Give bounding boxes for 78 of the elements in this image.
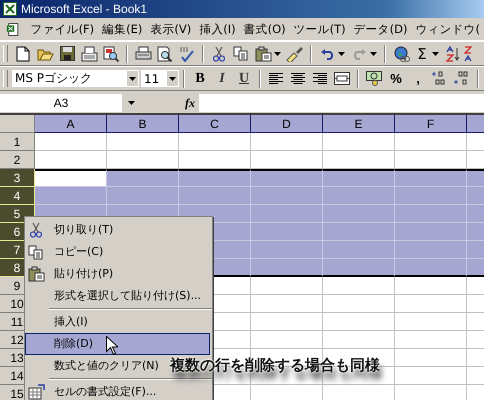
menu-item[interactable]: データ(D) [350,22,412,36]
paintbrush-icon[interactable] [286,46,304,62]
printer-mail-icon[interactable] [80,46,98,62]
currency-icon[interactable] [366,71,382,86]
insert-function-button[interactable]: fx [140,96,199,110]
sort-descending-icon[interactable] [464,46,472,62]
cell[interactable] [107,169,179,187]
dropdown-caret-icon[interactable] [129,76,136,80]
comma-button[interactable]: , [407,71,429,86]
document-search-icon[interactable] [103,46,119,62]
dropdown-caret-icon[interactable] [370,52,377,56]
cell[interactable] [179,169,251,187]
clipboard-icon[interactable] [28,266,44,282]
cell[interactable] [323,169,395,187]
dropdown-caret-icon[interactable] [432,52,439,56]
workbook-icon[interactable] [6,22,21,36]
spell-check-icon[interactable] [179,46,195,62]
folder-icon[interactable] [36,46,54,60]
context-menu-item[interactable]: 形式を選択して貼り付け(S)... [47,285,202,307]
context-menu-item[interactable]: セルの書式設定(F)... [47,381,158,400]
merge-center-icon[interactable] [334,72,350,85]
context-menu-item[interactable]: 数式と値のクリア(N) [47,355,160,377]
menu-item[interactable]: 書式(O) [240,22,290,36]
clipboard-icon[interactable] [254,46,272,62]
printer-icon[interactable] [134,46,152,61]
bold-button[interactable]: B [189,70,211,86]
copy-icon[interactable] [28,244,44,260]
menu-item[interactable]: ウィンドウ( [412,22,484,36]
context-menu-item[interactable]: 切り取り(T) [47,219,114,241]
context-menu-item[interactable]: 挿入(I) [47,311,89,333]
scissors-icon[interactable] [30,222,42,238]
row-header[interactable]: 4 [0,187,35,205]
menu-item[interactable]: 編集(E) [98,22,146,36]
align-right-icon[interactable] [313,73,327,84]
scissors-icon[interactable] [213,46,225,62]
globe-icon[interactable] [392,46,410,62]
column-header[interactable]: C [179,115,251,133]
row-header[interactable]: 2 [0,151,35,169]
dropdown-caret-icon[interactable] [338,52,345,56]
row-header[interactable]: 3 [0,169,35,187]
new-file-icon[interactable] [16,46,30,62]
name-box[interactable]: A3 [0,94,122,112]
dropdown-caret-icon[interactable] [128,101,134,105]
sort-ascending-icon[interactable] [445,46,461,62]
percent-button[interactable]: % [385,71,407,86]
dropdown-caret-icon[interactable] [274,52,281,56]
context-menu-item[interactable]: 貼り付け(P) [47,263,114,285]
column-header[interactable]: F [395,115,467,133]
dropdown-caret-icon[interactable] [169,76,176,80]
column-header[interactable]: B [107,115,179,133]
font-name-dropdown[interactable]: MS Pゴシック [12,70,139,87]
print-preview-icon[interactable] [157,46,173,62]
column-header[interactable]: D [251,115,323,133]
menu-item[interactable]: 挿入(I) [195,22,240,36]
mouse-pointer-icon [106,336,118,355]
context-menu-item[interactable]: 削除(D) [25,333,210,355]
underline-button[interactable]: U [233,70,255,86]
cell[interactable] [251,169,323,187]
column-header[interactable]: A [35,115,107,133]
column-header[interactable]: E [323,115,395,133]
italic-button[interactable]: I [211,70,233,86]
undo-icon[interactable] [320,48,334,60]
font-size-dropdown[interactable]: 11 [141,70,179,87]
align-left-icon[interactable] [269,73,283,84]
formula-field[interactable] [199,94,484,112]
menu-item[interactable]: 表示(V) [146,22,196,36]
window-title: Microsoft Excel - Book1 [21,2,148,16]
context-menu-item[interactable]: コピー(C) [47,241,104,263]
row-header[interactable]: 1 [0,133,35,151]
copy-icon[interactable] [233,46,249,61]
cell[interactable] [395,169,467,187]
cell[interactable] [35,169,107,187]
menu-item[interactable]: ツール(T) [290,22,350,36]
menu-item[interactable]: ファイル(F) [26,22,98,36]
spreadsheet-app-icon [3,2,17,16]
align-center-icon[interactable] [291,73,305,84]
select-all-button[interactable] [0,115,35,133]
autosum-button[interactable]: Σ [412,44,432,62]
